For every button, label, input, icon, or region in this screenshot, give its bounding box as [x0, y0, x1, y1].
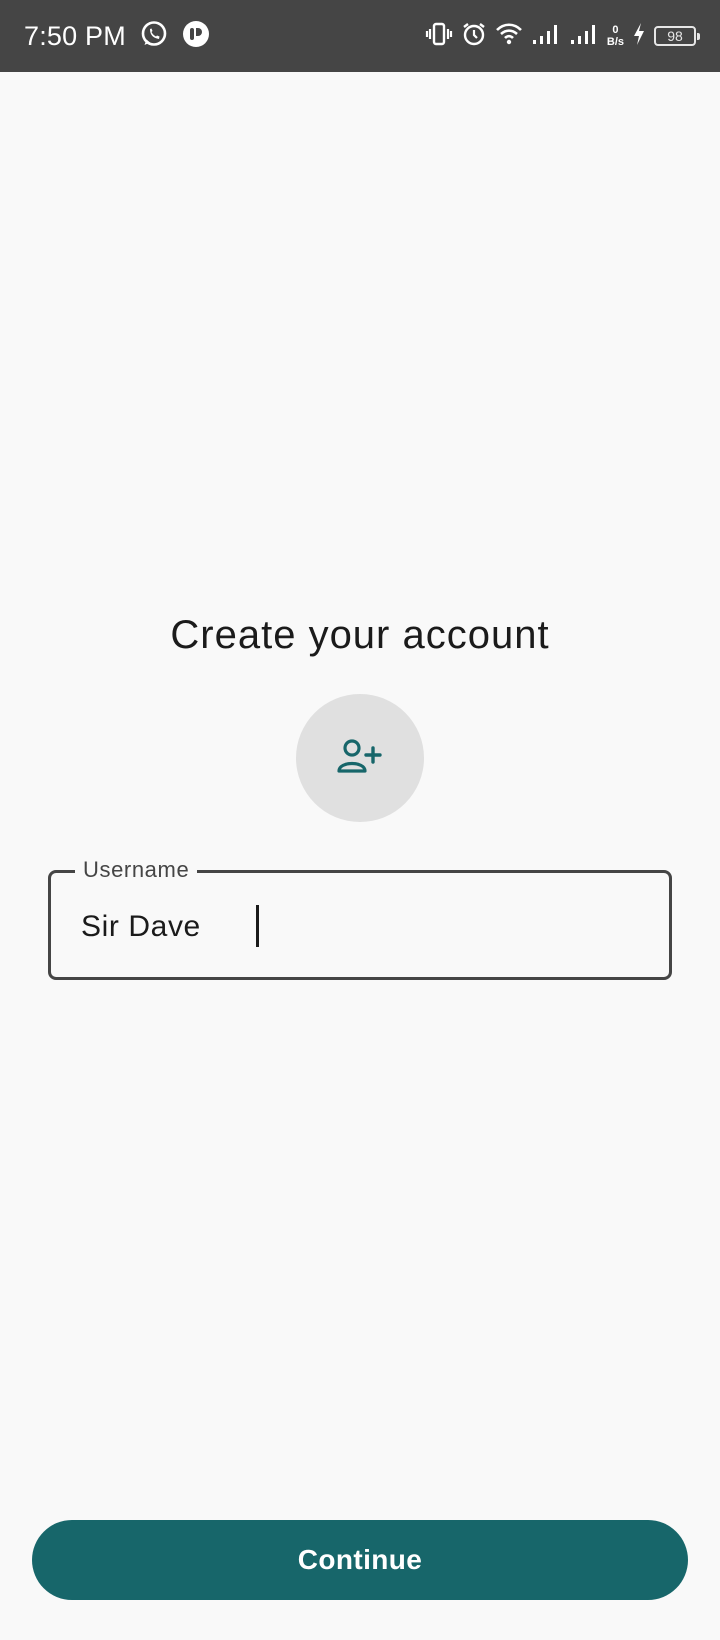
username-input[interactable] — [81, 907, 641, 947]
status-bar-right: 0 B/s 98 — [425, 21, 700, 52]
charging-icon — [632, 22, 646, 51]
battery-level: 98 — [667, 28, 683, 44]
alarm-icon — [461, 21, 487, 52]
page-title: Create your account — [170, 613, 550, 657]
wifi-icon — [495, 21, 523, 52]
whatsapp-icon — [140, 20, 168, 53]
network-speed-unit: B/s — [606, 36, 624, 48]
vibrate-icon — [425, 21, 453, 52]
text-cursor — [256, 905, 259, 947]
continue-button[interactable]: Continue — [32, 1520, 688, 1600]
network-speed-value: 0 — [612, 24, 619, 36]
battery-icon: 98 — [654, 26, 700, 46]
status-bar-left: 7:50 PM — [24, 20, 210, 53]
status-bar: 7:50 PM 0 B/s 98 — [0, 0, 720, 72]
signal-icon-2 — [569, 21, 599, 52]
add-person-icon — [337, 738, 383, 779]
network-speed: 0 B/s — [607, 24, 624, 48]
username-field[interactable]: Username — [48, 857, 672, 980]
username-label: Username — [75, 857, 198, 883]
add-avatar-button[interactable] — [296, 694, 424, 822]
signal-icon — [531, 21, 561, 52]
status-time: 7:50 PM — [24, 20, 126, 51]
app-notification-icon — [182, 20, 210, 53]
